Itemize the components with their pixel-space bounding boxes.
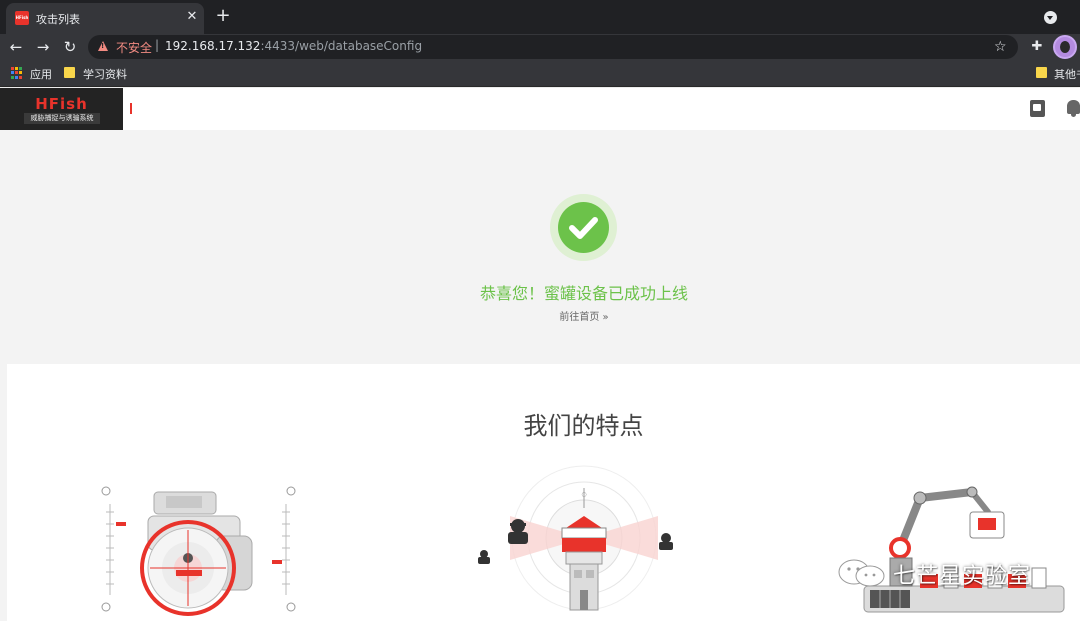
menu-marker: [130, 103, 132, 114]
bookmark-apps[interactable]: 应用: [30, 66, 52, 82]
wechat-logo-icon: [838, 559, 885, 587]
bookmarks-bar: 应用 学习资料 其他书: [0, 60, 1080, 87]
browser-toolbar: ← → ↻ 不安全 | 192.168.17.132:4433/web/data…: [0, 34, 1080, 60]
bookmark-study-materials[interactable]: 学习资料: [83, 66, 127, 82]
address-bar[interactable]: 不安全 | 192.168.17.132:4433/web/databaseCo…: [88, 35, 1018, 59]
folder-icon: [1036, 67, 1047, 78]
tab-search-icon[interactable]: [1044, 11, 1057, 24]
address-separator: |: [155, 38, 160, 52]
tab-favicon-icon: HFish: [15, 11, 29, 25]
new-tab-button[interactable]: +: [212, 5, 234, 27]
logo-title: HFish: [35, 95, 88, 113]
extensions-puzzle-icon[interactable]: ✚: [1028, 37, 1046, 57]
success-message: 恭喜您！蜜罐设备已成功上线: [479, 284, 688, 303]
warning-icon: [98, 41, 108, 51]
insecure-label[interactable]: 不安全: [116, 39, 152, 56]
watermark-text: 七芒星实验室: [893, 564, 1032, 589]
logo-subtitle: 威胁捕捉与诱骗系统: [24, 113, 100, 124]
success-panel: 恭喜您！蜜罐设备已成功上线 前往首页 »: [0, 130, 1080, 364]
tab-title: 攻击列表: [36, 13, 80, 26]
app-header: HFish 威胁捕捉与诱骗系统: [0, 88, 1080, 130]
watchtower-illustration: ○: [478, 465, 673, 611]
app-logo[interactable]: HFish 威胁捕捉与诱骗系统: [0, 88, 123, 130]
check-circle: [558, 202, 609, 253]
robot-arm-illustration: [863, 486, 1065, 613]
folder-icon: [64, 67, 75, 78]
profile-avatar[interactable]: [1053, 35, 1077, 59]
go-home-link[interactable]: 前往首页 »: [0, 308, 1080, 323]
svg-text:○: ○: [581, 491, 586, 498]
browser-tab-bar: HFish 攻击列表 ✕ +: [0, 0, 1080, 34]
features-title: 我们的特点: [523, 412, 644, 440]
tab-close-icon[interactable]: ✕: [184, 9, 200, 25]
url-path: :4433/web/databaseConfig: [260, 39, 423, 53]
forward-arrow-icon[interactable]: →: [32, 36, 54, 58]
notification-bell-icon[interactable]: [1067, 100, 1080, 117]
apps-grid-icon[interactable]: [11, 67, 23, 79]
success-check-icon: [550, 194, 617, 261]
back-arrow-icon[interactable]: ←: [5, 36, 27, 58]
browser-tab-active[interactable]: HFish 攻击列表 ✕: [6, 3, 204, 34]
document-icon[interactable]: [1030, 100, 1045, 117]
checkmark-icon: [569, 217, 598, 239]
bookmark-other[interactable]: 其他书: [1054, 66, 1080, 82]
gauge-illustration: [101, 486, 296, 616]
url-host: 192.168.17.132: [165, 39, 261, 53]
bookmark-star-icon[interactable]: ☆: [994, 37, 1007, 57]
url-text: 192.168.17.132:4433/web/databaseConfig: [165, 39, 422, 53]
reload-icon[interactable]: ↻: [59, 36, 81, 58]
